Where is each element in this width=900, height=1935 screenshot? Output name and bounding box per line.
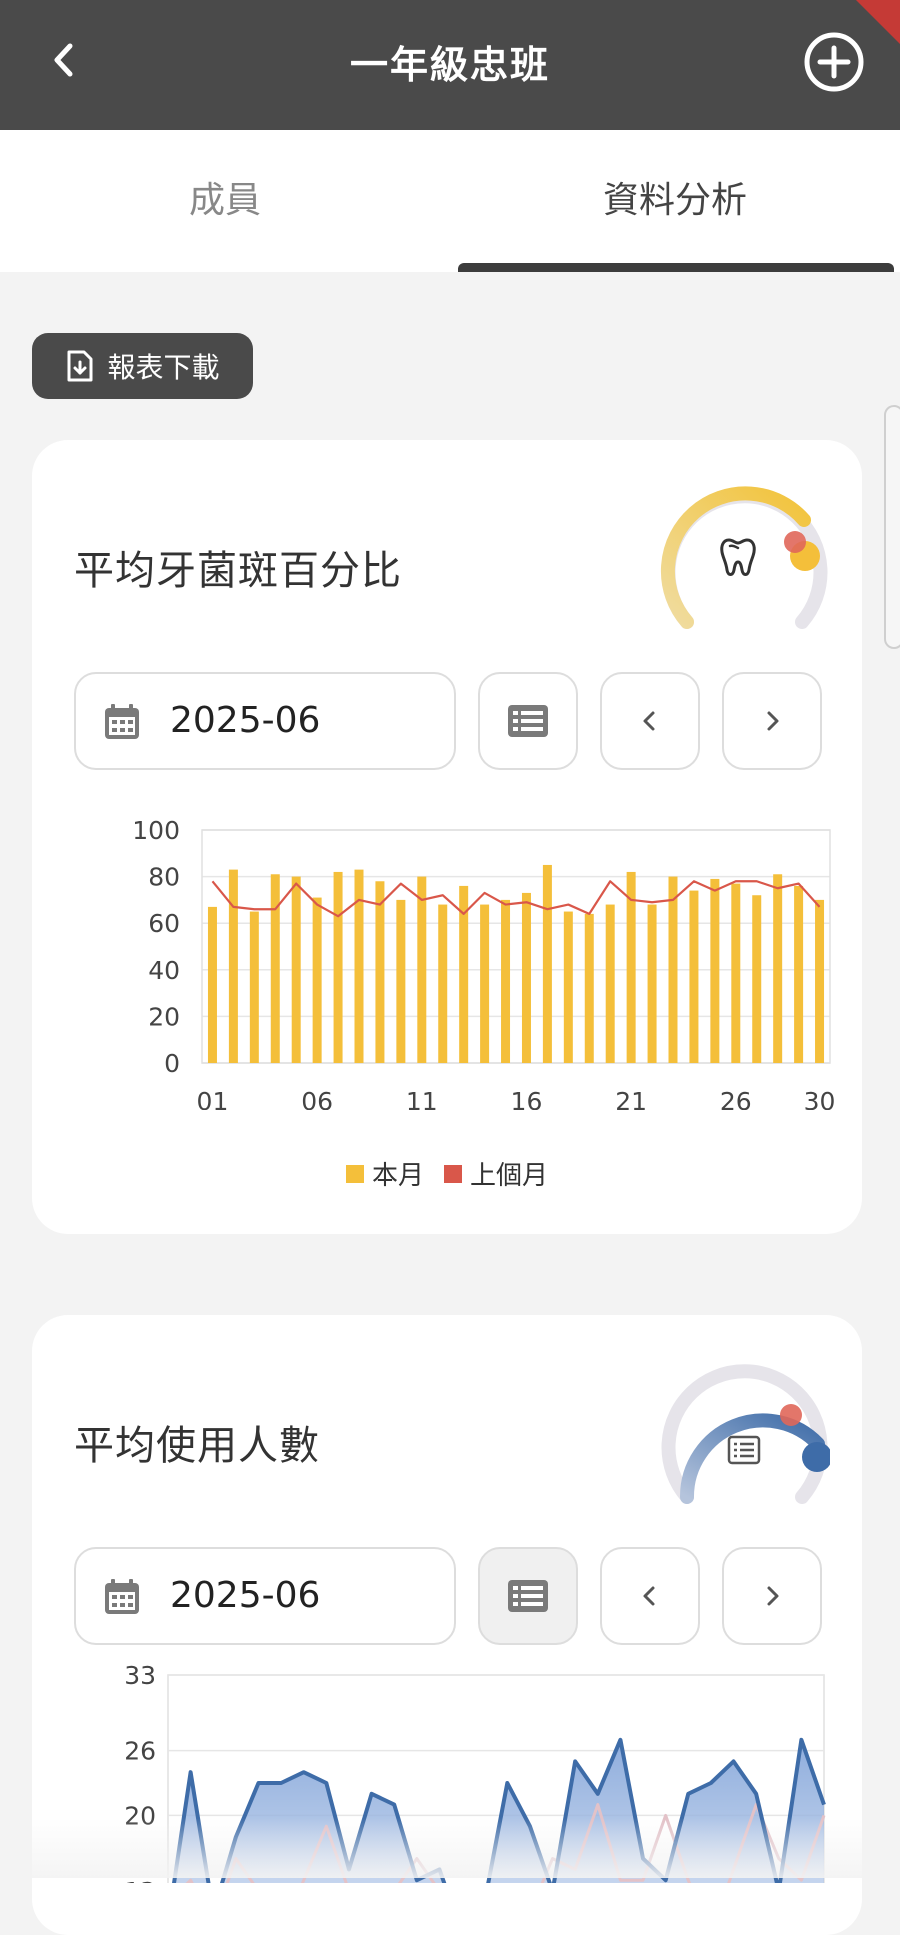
- month-picker[interactable]: 2025-06: [74, 1547, 456, 1645]
- chevron-left-icon: [643, 1586, 655, 1606]
- bar: [291, 876, 301, 1063]
- bar: [270, 874, 280, 1063]
- y-tick-label: 100: [132, 816, 180, 845]
- table-view-button[interactable]: [478, 1547, 578, 1645]
- x-tick-label: 06: [301, 1087, 333, 1110]
- bar: [794, 885, 804, 1063]
- bar: [438, 904, 448, 1063]
- calendar-icon: [105, 1579, 139, 1614]
- series-line-last-month: [211, 880, 821, 918]
- side-drawer-handle[interactable]: [884, 405, 900, 649]
- y-tick-label: 0: [164, 1049, 180, 1078]
- x-tick-label: 26: [720, 1087, 752, 1110]
- bar: [396, 899, 406, 1063]
- bar: [312, 897, 322, 1063]
- chart-legend: 本月 上個月: [32, 1155, 862, 1192]
- users-gauge: [661, 1364, 830, 1504]
- x-tick-label: 21: [615, 1087, 647, 1110]
- tooth-icon: [720, 538, 756, 576]
- x-tick-label: 16: [511, 1087, 543, 1110]
- chevron-right-icon: [767, 1586, 779, 1606]
- bar: [417, 876, 427, 1063]
- legend-item-last-month: 上個月: [444, 1155, 548, 1192]
- x-tick-label: 30: [804, 1087, 836, 1110]
- page-title: 一年級忠班: [349, 43, 550, 87]
- bar: [584, 913, 594, 1063]
- bar: [354, 869, 364, 1063]
- tab-bar: 成員 資料分析: [0, 130, 900, 272]
- card-title-plaque: 平均牙菌斑百分比: [74, 548, 402, 594]
- add-button[interactable]: [802, 30, 866, 94]
- bar: [710, 878, 720, 1063]
- top-app-bar: 一年級忠班: [0, 0, 900, 130]
- selected-month: 2025-06: [170, 700, 321, 741]
- bar: [647, 904, 657, 1063]
- report-download-label: 報表下載: [107, 351, 220, 384]
- plaque-gauge: [660, 486, 828, 629]
- bar: [207, 906, 217, 1063]
- bar: [752, 895, 762, 1063]
- active-tab-indicator: [458, 263, 894, 272]
- plaque-percentage-card: 平均牙菌斑百分比 2025-06 0 20 40 60 80 100 01 06…: [32, 440, 862, 1234]
- chevron-left-icon: [643, 711, 655, 731]
- month-picker[interactable]: 2025-06: [74, 672, 456, 770]
- list-icon: [508, 705, 548, 737]
- report-download-button[interactable]: 報表下載: [32, 333, 253, 399]
- bar: [333, 871, 343, 1063]
- bar: [668, 876, 678, 1063]
- bar: [563, 911, 573, 1063]
- legend-label-last-month: 上個月: [470, 1161, 549, 1191]
- bar: [542, 864, 552, 1063]
- card-title-users: 平均使用人數: [74, 1423, 320, 1469]
- legend-swatch-last-month: [444, 1164, 462, 1183]
- y-tick-label: 20: [148, 1002, 180, 1031]
- bar: [689, 890, 699, 1063]
- legend-item-this-month: 本月: [345, 1155, 424, 1192]
- bar: [228, 869, 238, 1063]
- y-tick-label: 33: [124, 1661, 156, 1690]
- chevron-right-icon: [767, 711, 779, 731]
- list-icon: [508, 1580, 548, 1612]
- bar: [731, 883, 741, 1063]
- bar: [375, 881, 385, 1063]
- bar: [480, 904, 490, 1063]
- calendar-icon: [105, 704, 139, 739]
- bottom-fade: [0, 1818, 900, 1878]
- bar: [605, 904, 615, 1063]
- selected-month: 2025-06: [170, 1575, 321, 1616]
- file-download-icon: [67, 350, 93, 382]
- tab-members[interactable]: 成員: [0, 130, 450, 272]
- legend-label-this-month: 本月: [371, 1161, 424, 1191]
- bar: [501, 899, 511, 1063]
- plaque-bar-chart: 0 20 40 60 80 100 01 06 11 16 21 26 30: [132, 816, 836, 1110]
- next-month-button[interactable]: [722, 672, 822, 770]
- legend-swatch-this-month: [345, 1164, 364, 1183]
- y-tick-label: 80: [148, 863, 180, 892]
- bar: [521, 892, 531, 1063]
- bar: [773, 874, 783, 1063]
- tab-data-analysis[interactable]: 資料分析: [450, 130, 900, 272]
- y-tick-label: 40: [148, 956, 180, 985]
- previous-month-button[interactable]: [600, 672, 700, 770]
- table-view-button[interactable]: [478, 672, 578, 770]
- x-tick-label: 11: [406, 1087, 438, 1110]
- next-month-button[interactable]: [722, 1547, 822, 1645]
- list-icon: [727, 1435, 761, 1465]
- y-tick-label: 26: [124, 1737, 156, 1766]
- previous-month-button[interactable]: [600, 1547, 700, 1645]
- bar: [249, 911, 259, 1063]
- plus-circle-icon: [804, 32, 864, 92]
- y-tick-label: 60: [148, 909, 180, 938]
- bar: [815, 899, 825, 1063]
- x-tick-label: 01: [197, 1087, 229, 1110]
